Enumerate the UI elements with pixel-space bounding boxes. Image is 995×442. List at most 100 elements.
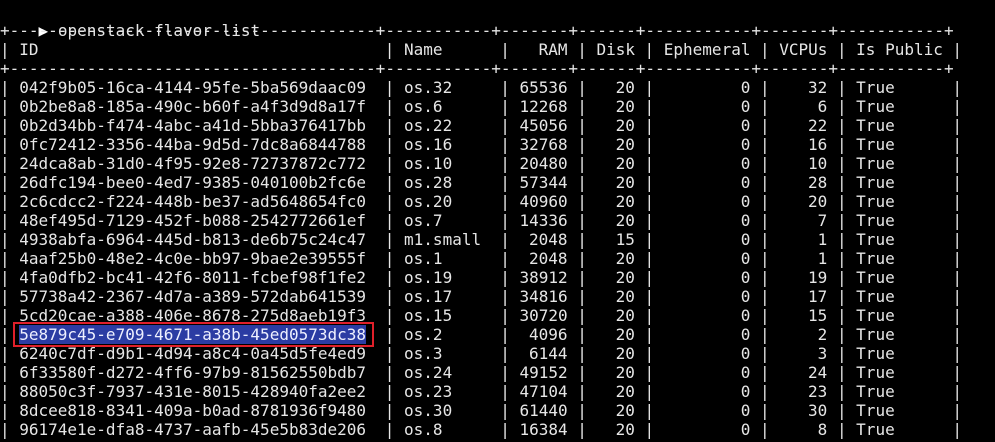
column-separator: | <box>952 420 963 439</box>
cell-name: os.17 <box>404 287 453 306</box>
cell-id[interactable]: 8dcee818-8341-409a-b0ad-8781936f9480 <box>19 401 366 420</box>
column-separator: | <box>952 173 963 192</box>
table-row[interactable]: | | | | | | | | 4fa0dfb2-bc41-42f6-8011-fcbef98f… <box>0 268 995 287</box>
cell-id[interactable]: 4938abfa-6964-445d-b813-de6b75c24c47 <box>19 230 366 249</box>
table-row[interactable]: | | | | | | | | 0fc72412-3356-44ba-9d5d-7dc8a684… <box>0 135 995 154</box>
cell-public: True <box>856 344 895 363</box>
cell-vcpus: 17 <box>808 287 828 306</box>
table-row[interactable]: | | | | | | | | 4938abfa-6964-445d-b813-de6b75c2… <box>0 230 995 249</box>
column-separator: | <box>644 40 655 59</box>
cell-ram: 6144 <box>529 344 568 363</box>
table-row[interactable]: | | | | | | | | 48ef495d-7129-452f-b088-25427726… <box>0 211 995 230</box>
column-separator: | <box>500 363 510 382</box>
cell-id[interactable]: 0b2be8a8-185a-490c-b60f-a4f3d9d8a17f <box>19 97 366 116</box>
column-separator: | <box>952 363 963 382</box>
cell-id[interactable]: 042f9b05-16ca-4144-95fe-5ba569daac09 <box>19 78 366 97</box>
cell-vcpus: 3 <box>817 344 828 363</box>
cell-id[interactable]: 4aaf25b0-48e2-4c0e-bb97-9bae2e39555f <box>19 249 366 268</box>
column-header-ephemeral: Ephemeral <box>663 40 751 59</box>
cell-id[interactable]: 48ef495d-7129-452f-b088-2542772661ef <box>19 211 366 230</box>
table-row[interactable]: | | | | | | | | 57738a42-2367-4d7a-a389-572dab64… <box>0 287 995 306</box>
cell-public: True <box>856 382 895 401</box>
table-row[interactable]: | | | | | | | | 24dca8ab-31d0-4f95-92e8-72737872… <box>0 154 995 173</box>
column-separator: | <box>759 154 770 173</box>
column-separator: | <box>500 230 510 249</box>
table-row[interactable]: | | | | | | | | 6f33580f-d272-4ff6-97b9-81562550… <box>0 363 995 382</box>
column-separator: | <box>500 382 510 401</box>
table-row[interactable]: | | | | | | | | 96174e1e-dfa8-4737-aafb-45e5b83d… <box>0 420 995 439</box>
cell-public: True <box>856 173 895 192</box>
column-separator: | <box>577 40 587 59</box>
cell-id[interactable]: 2c6cdcc2-f224-448b-be37-ad5648654fc0 <box>19 192 366 211</box>
column-separator: | <box>759 344 770 363</box>
table-row[interactable]: | | | | | | | | 26dfc194-bee0-4ed7-9385-040100b2… <box>0 173 995 192</box>
column-separator: | <box>952 230 963 249</box>
cell-name: os.15 <box>404 306 453 325</box>
column-separator: | <box>384 78 395 97</box>
column-separator: | <box>500 116 510 135</box>
column-separator: | <box>644 344 655 363</box>
cell-id[interactable]: 57738a42-2367-4d7a-a389-572dab641539 <box>19 287 366 306</box>
table-row[interactable]: | | | | | | | | 5e879c45-e709-4671-a38b-45ed0573… <box>0 325 995 344</box>
column-separator: | <box>952 154 963 173</box>
column-separator: | <box>0 211 10 230</box>
column-separator: | <box>952 344 963 363</box>
column-separator: | <box>577 306 587 325</box>
column-separator: | <box>500 268 510 287</box>
cell-ram: 30720 <box>519 306 568 325</box>
cell-id[interactable]: 88050c3f-7937-431e-8015-428940fa2ee2 <box>19 382 366 401</box>
cell-id[interactable]: 26dfc194-bee0-4ed7-9385-040100b2fc6e <box>19 173 366 192</box>
column-separator: | <box>644 249 655 268</box>
column-header-ram: RAM <box>538 40 568 59</box>
cell-id[interactable]: 6f33580f-d272-4ff6-97b9-81562550bdb7 <box>19 363 366 382</box>
table-row[interactable]: | | | | | | | | 0b2d34bb-f474-4abc-a41d-5bba3764… <box>0 116 995 135</box>
column-separator: | <box>952 211 963 230</box>
column-separator: | <box>577 344 587 363</box>
column-separator: | <box>0 382 10 401</box>
column-separator: | <box>759 420 770 439</box>
cell-id[interactable]: 0fc72412-3356-44ba-9d5d-7dc8a6844788 <box>19 135 366 154</box>
cell-vcpus: 22 <box>808 116 828 135</box>
cell-id[interactable]: 24dca8ab-31d0-4f95-92e8-72737872c772 <box>19 154 366 173</box>
column-separator: | <box>0 135 10 154</box>
cell-public: True <box>856 135 895 154</box>
table-row[interactable]: | | | | | | | | 6240c7df-d9b1-4d94-a8c4-0a45d5fe… <box>0 344 995 363</box>
cell-id[interactable]: 5cd20cae-a388-406e-8678-275d8aeb19f3 <box>19 306 366 325</box>
column-separator: | <box>836 97 847 116</box>
table-row[interactable]: | | | | | | | | 5cd20cae-a388-406e-8678-275d8aeb… <box>0 306 995 325</box>
cell-name: os.22 <box>404 116 453 135</box>
table-row[interactable]: | | | | | | | | 88050c3f-7937-431e-8015-428940fa… <box>0 382 995 401</box>
cell-id[interactable]: 4fa0dfb2-bc41-42f6-8011-fcbef98f1fe2 <box>19 268 366 287</box>
cell-id[interactable]: 6240c7df-d9b1-4d94-a8c4-0a45d5fe4ed9 <box>19 344 366 363</box>
cell-ephemeral: 0 <box>740 268 751 287</box>
cell-ram: 4096 <box>529 325 568 344</box>
table-row[interactable]: | | | | | | | | 2c6cdcc2-f224-448b-be37-ad564865… <box>0 192 995 211</box>
column-separator: | <box>384 135 395 154</box>
cell-ram: 40960 <box>519 192 568 211</box>
cell-ephemeral: 0 <box>740 363 751 382</box>
column-separator: | <box>0 306 10 325</box>
column-separator: | <box>500 135 510 154</box>
cell-vcpus: 20 <box>808 192 828 211</box>
column-separator: | <box>0 97 10 116</box>
column-separator: | <box>759 97 770 116</box>
column-separator: | <box>384 325 395 344</box>
column-separator: | <box>500 325 510 344</box>
table-row[interactable]: | | | | | | | | 8dcee818-8341-409a-b0ad-8781936f… <box>0 401 995 420</box>
column-separator: | <box>500 344 510 363</box>
terminal-window[interactable]: ▶ openstack flavor list +---------------… <box>0 0 995 442</box>
cell-vcpus: 7 <box>817 211 828 230</box>
table-row[interactable]: | | | | | | | | 0b2be8a8-185a-490c-b60f-a4f3d9d8… <box>0 97 995 116</box>
table-row[interactable]: | | | | | | | | 4aaf25b0-48e2-4c0e-bb97-9bae2e39… <box>0 249 995 268</box>
cell-name: os.30 <box>404 401 453 420</box>
column-separator: | <box>384 420 395 439</box>
cell-id[interactable]: 0b2d34bb-f474-4abc-a41d-5bba376417bb <box>19 116 366 135</box>
column-separator: | <box>644 287 655 306</box>
column-separator: | <box>952 78 963 97</box>
cell-ram: 38912 <box>519 268 568 287</box>
cell-id[interactable]: 96174e1e-dfa8-4737-aafb-45e5b83de206 <box>19 420 366 439</box>
table-border-header: +--------------------------------------+… <box>0 59 954 78</box>
cell-id[interactable]: 5e879c45-e709-4671-a38b-45ed0573dc38 <box>19 325 366 344</box>
table-row[interactable]: | | | | | | | | 042f9b05-16ca-4144-95fe-5ba569da… <box>0 78 995 97</box>
column-separator: | <box>759 116 770 135</box>
